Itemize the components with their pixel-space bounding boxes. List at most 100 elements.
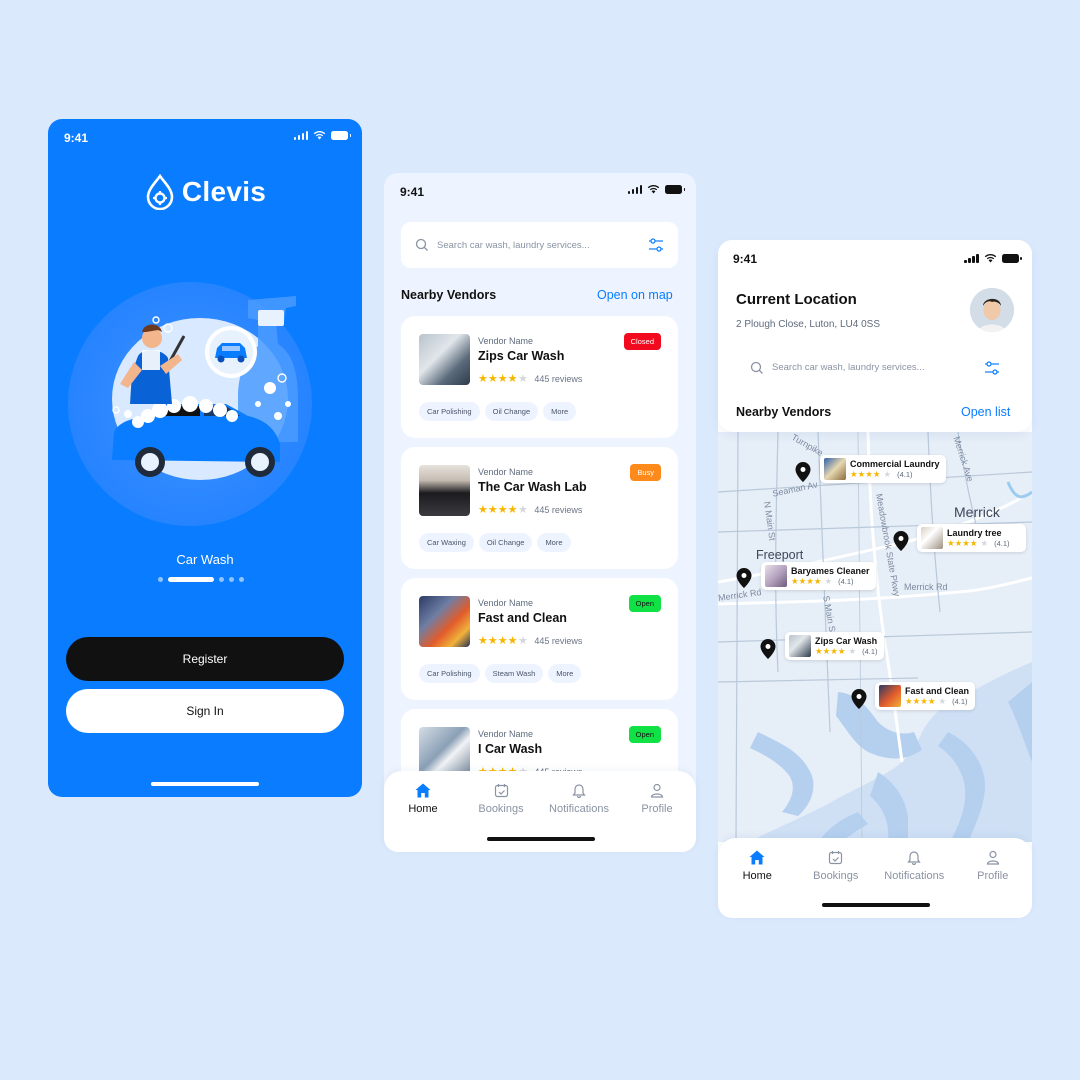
search-bar[interactable]: Search car wash, laundry services...	[736, 345, 1014, 390]
place-name: Commercial Laundry	[850, 458, 940, 469]
tab-bookings[interactable]: Bookings	[798, 850, 873, 918]
slide-label: Car Wash	[176, 552, 234, 567]
tab-label: Bookings	[813, 870, 859, 882]
review-count: 445 reviews	[534, 504, 583, 515]
vendor-label: Vendor Name	[478, 467, 534, 477]
place-thumbnail	[879, 685, 901, 707]
map-pin-icon[interactable]	[893, 531, 909, 551]
avatar[interactable]	[970, 288, 1014, 332]
map-pin-icon[interactable]	[736, 568, 752, 588]
place-thumbnail	[765, 565, 787, 587]
star-rating: ★★★★★445 reviews	[478, 635, 583, 647]
place-rating: (4.1)	[838, 576, 854, 586]
calendar-icon	[829, 851, 843, 865]
more-tag[interactable]: More	[543, 402, 577, 421]
map-place-popup[interactable]: Laundry tree ★★★★ ★ (4.1)	[917, 524, 1026, 552]
user-icon	[650, 783, 664, 798]
user-photo	[970, 288, 1014, 332]
tab-home[interactable]: Home	[386, 783, 461, 852]
place-rating: (4.1)	[952, 696, 968, 706]
vendor-thumbnail	[419, 596, 470, 647]
service-tag[interactable]: Car Polishing	[419, 402, 480, 421]
place-name: Laundry tree	[947, 527, 1002, 538]
signin-button[interactable]: Sign In	[66, 689, 344, 733]
home-icon	[415, 783, 431, 798]
vendor-name: Fast and Clean	[478, 611, 567, 625]
vendor-card[interactable]: Vendor Name The Car Wash Lab ★★★★ ★ 445 re…	[401, 447, 678, 569]
search-icon	[415, 238, 428, 251]
service-tag[interactable]: Car Polishing	[419, 664, 480, 683]
star-rating: ★★★★ ★ (4.1)	[815, 645, 878, 656]
tab-home[interactable]: Home	[720, 850, 795, 918]
service-tag[interactable]: Oil Change	[478, 533, 533, 552]
tab-label: Profile	[641, 803, 673, 815]
tab-label: Home	[742, 870, 772, 882]
vendor-card[interactable]: Vendor Name Fast and Clean ★★★★ ★ 445 revi…	[401, 578, 678, 700]
wifi-icon	[984, 253, 996, 263]
bell-icon	[572, 784, 586, 798]
tab-notifications[interactable]: Notifications	[877, 850, 952, 918]
search-input[interactable]: Search car wash, laundry services...	[437, 240, 648, 251]
tab-label: Notifications	[549, 803, 609, 815]
place-thumbnail	[789, 635, 811, 657]
tab-label: Notifications	[884, 870, 945, 882]
vendor-name: Zips Car Wash	[478, 349, 565, 363]
map-pin-icon[interactable]	[760, 639, 776, 659]
service-tag[interactable]: Oil Change	[484, 402, 539, 421]
star-rating: ★★★★ ★ (4.1)	[850, 468, 913, 479]
open-list-link[interactable]: Open list	[961, 405, 1010, 419]
register-button[interactable]: Register	[66, 637, 344, 681]
star-rating: ★★★★ ★ (4.1)	[947, 537, 1010, 548]
wifi-icon	[647, 184, 660, 194]
place-rating: (4.1)	[897, 469, 913, 479]
search-bar[interactable]: Search car wash, laundry services...	[401, 222, 678, 268]
place-name: Zips Car Wash	[815, 635, 878, 646]
place-rating: (4.1)	[862, 646, 878, 656]
search-icon	[750, 361, 763, 374]
vendor-label: Vendor Name	[478, 336, 534, 346]
status-bar: 9:41	[384, 173, 696, 209]
filter-icon[interactable]	[984, 360, 1000, 375]
pagination-dots[interactable]	[158, 577, 244, 582]
tab-bookings[interactable]: Bookings	[464, 783, 539, 852]
tab-profile[interactable]: Profile	[620, 783, 695, 852]
bell-icon	[907, 851, 921, 865]
vendor-card[interactable]: Vendor Name I Car Wash ★★★★★445 reviews …	[401, 709, 678, 779]
current-location-title: Current Location	[736, 291, 857, 308]
map-pin-icon[interactable]	[851, 689, 867, 709]
current-address: 2 Plough Close, Luton, LU4 0SS	[736, 319, 880, 330]
more-tag[interactable]: More	[537, 533, 571, 552]
place-thumbnail	[824, 458, 846, 480]
vendor-card[interactable]: Vendor Name Zips Car Wash ★★★★ ★ 445 revie…	[401, 316, 678, 438]
map-place-popup[interactable]: Zips Car Wash ★★★★ ★ (4.1)	[785, 632, 884, 660]
search-input[interactable]: Search car wash, laundry services...	[772, 362, 984, 373]
battery-icon	[1001, 253, 1022, 263]
status-time: 9:41	[400, 185, 425, 199]
section-title: Nearby Vendors	[401, 288, 497, 302]
filter-icon[interactable]	[648, 238, 664, 252]
map-label: Freeport	[756, 548, 804, 562]
place-thumbnail	[921, 527, 943, 549]
tab-label: Bookings	[478, 803, 524, 815]
service-tag[interactable]: Car Waxing	[419, 533, 474, 552]
map-header	[718, 240, 1032, 432]
tab-label: Home	[408, 803, 438, 815]
open-on-map-link[interactable]: Open on map	[597, 288, 673, 302]
more-tag[interactable]: More	[548, 664, 582, 683]
home-indicator	[487, 837, 595, 841]
map-label: Merrick Rd	[904, 582, 948, 592]
tab-label: Profile	[977, 870, 1009, 882]
status-icons	[964, 253, 1022, 263]
star-rating: ★★★★ ★ (4.1)	[905, 695, 968, 706]
vendor-thumbnail	[419, 334, 470, 385]
brand-logo: Clevis	[48, 174, 362, 210]
section-title: Nearby Vendors	[736, 405, 832, 419]
vendor-name: The Car Wash Lab	[478, 480, 587, 494]
map-place-popup[interactable]: Commercial Laundry ★★★★ ★ (4.1)	[820, 455, 946, 483]
service-tag[interactable]: Steam Wash	[484, 664, 544, 683]
tab-profile[interactable]: Profile	[955, 850, 1030, 918]
tab-notifications[interactable]: Notifications	[542, 783, 617, 852]
map-pin-icon[interactable]	[795, 462, 811, 482]
map-place-popup[interactable]: Fast and Clean ★★★★ ★ (4.1)	[875, 682, 976, 710]
map-place-popup[interactable]: Baryames Cleaner ★★★★ ★ (4.1)	[761, 562, 876, 590]
